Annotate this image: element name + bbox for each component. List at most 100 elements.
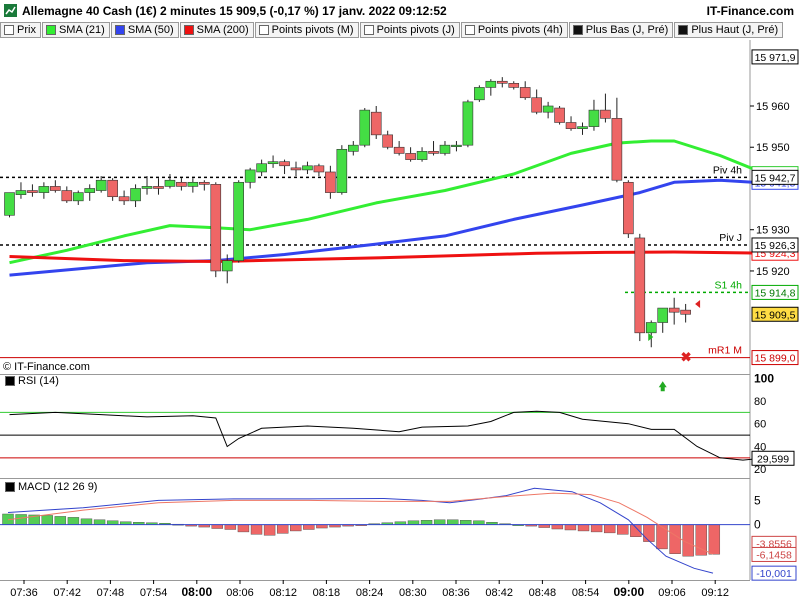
candle-body: [382, 134, 393, 148]
price-tag: 15 899,0: [751, 350, 799, 366]
pivot-level-label: Piv 4h: [713, 164, 742, 176]
macd-histogram-bar: [316, 524, 328, 529]
candle: [336, 145, 348, 195]
price-tag-text: 15 926,3: [755, 240, 796, 252]
sell-signal-cross-icon: ✖: [681, 350, 692, 365]
candle-body: [485, 80, 497, 88]
macd-histogram-bar: [237, 524, 250, 533]
macd-histogram-bar: [250, 524, 263, 535]
candle-body: [519, 87, 531, 99]
candle: [462, 99, 474, 148]
candle-body: [153, 186, 164, 189]
rsi-tick-label: 60: [754, 419, 766, 431]
candle-body: [668, 307, 680, 313]
pivot-level-label: S1 4h: [715, 279, 743, 291]
macd-histogram-bar: [669, 524, 681, 554]
x-tick-label: 07:36: [10, 587, 38, 599]
x-tick-label: 08:54: [572, 587, 600, 599]
macd-histogram-bar: [564, 524, 577, 531]
candle-body: [4, 192, 15, 216]
macd-histogram-bar: [643, 524, 655, 542]
y-tick-label: 15 930: [756, 225, 790, 237]
candle-body: [199, 181, 210, 185]
chart-canvas[interactable]: 15 960 15 950 15 930 15 920 Piv 4h Piv J S1 4h…: [0, 22, 800, 600]
candle: [623, 180, 634, 238]
candle-body: [370, 111, 382, 136]
macd-histogram-bar: [551, 524, 564, 530]
price-tag-text: 15 899,0: [755, 353, 796, 365]
candle-body: [130, 188, 141, 202]
macd-color-swatch: [5, 482, 15, 492]
x-tick-label: 08:30: [399, 587, 427, 599]
candle: [554, 105, 565, 125]
candle-body: [634, 237, 646, 334]
candle-body: [38, 186, 50, 193]
title-bar: Allemagne 40 Cash (1€) 2 minutes 15 909,…: [0, 0, 800, 22]
candle-body: [325, 171, 336, 193]
macd-histogram-bar: [708, 524, 721, 555]
x-tick-label: 09:00: [613, 585, 644, 599]
candle-body: [428, 151, 439, 154]
price-tag-text: 15 914,8: [755, 287, 796, 299]
macd-histogram-bar: [577, 524, 590, 532]
candle-body: [336, 148, 348, 193]
macd-histogram-bar: [93, 519, 106, 525]
macd-histogram-bar: [276, 524, 289, 534]
rsi-title-label: RSI (14): [18, 375, 59, 387]
macd-histogram-bar: [80, 518, 93, 525]
macd-histogram-bar: [67, 517, 80, 525]
candle-body: [27, 190, 38, 193]
candle-body: [474, 87, 485, 101]
macd-histogram-bar: [263, 524, 276, 536]
candle-body: [416, 151, 428, 160]
candle: [233, 180, 244, 263]
candle-body: [15, 190, 27, 195]
candle-body: [680, 309, 691, 315]
candle-body: [588, 109, 600, 127]
candle-body: [405, 153, 416, 160]
macd-histogram-bar: [682, 524, 694, 557]
macd-value-tag: -6,1458: [751, 546, 797, 562]
macd-histogram-bar: [106, 520, 119, 525]
y-tick-label: 15 950: [756, 142, 790, 154]
macd-histogram-bar: [224, 524, 237, 530]
candle-body: [611, 118, 623, 181]
x-tick-label: 09:12: [701, 587, 729, 599]
candle-body: [141, 186, 153, 189]
candle-body: [451, 144, 462, 147]
candle-body: [439, 144, 451, 154]
macd-histogram-bar: [603, 524, 616, 534]
macd-histogram-bar: [211, 524, 223, 529]
x-tick-label: 08:36: [442, 587, 470, 599]
rsi-panel-title[interactable]: RSI (14): [3, 375, 61, 387]
candle-body: [221, 260, 233, 272]
candle-body: [393, 146, 405, 154]
x-tick-label: 08:24: [356, 587, 384, 599]
chart-title: Allemagne 40 Cash (1€) 2 minutes 15 909,…: [22, 4, 447, 18]
macd-histogram-bar: [54, 516, 67, 525]
candle-body: [61, 190, 73, 202]
macd-panel-title[interactable]: MACD (12 26 9): [3, 481, 100, 493]
x-tick-label: 07:54: [140, 587, 168, 599]
candle-body: [107, 179, 118, 198]
candle-body: [210, 184, 222, 272]
copyright-label: © IT-Finance.com: [3, 361, 90, 373]
rsi-tick-label: 100: [754, 371, 774, 385]
candle: [210, 182, 222, 278]
rsi-color-swatch: [5, 376, 15, 386]
candle-body: [347, 144, 359, 152]
candle-body: [84, 188, 96, 193]
candle-body: [279, 161, 290, 167]
macd-title-label: MACD (12 26 9): [18, 481, 98, 493]
macd-histogram-bar: [460, 520, 472, 525]
candle-body: [565, 122, 577, 129]
candle-body: [462, 101, 474, 146]
macd-histogram-bar: [41, 515, 53, 525]
x-tick-label: 07:48: [97, 587, 125, 599]
brand-label: IT-Finance.com: [706, 4, 794, 18]
candle-body: [657, 307, 669, 323]
candle-body: [496, 80, 508, 84]
candle-body: [542, 105, 554, 113]
x-tick-label: 08:00: [181, 585, 212, 599]
candle: [4, 192, 15, 218]
